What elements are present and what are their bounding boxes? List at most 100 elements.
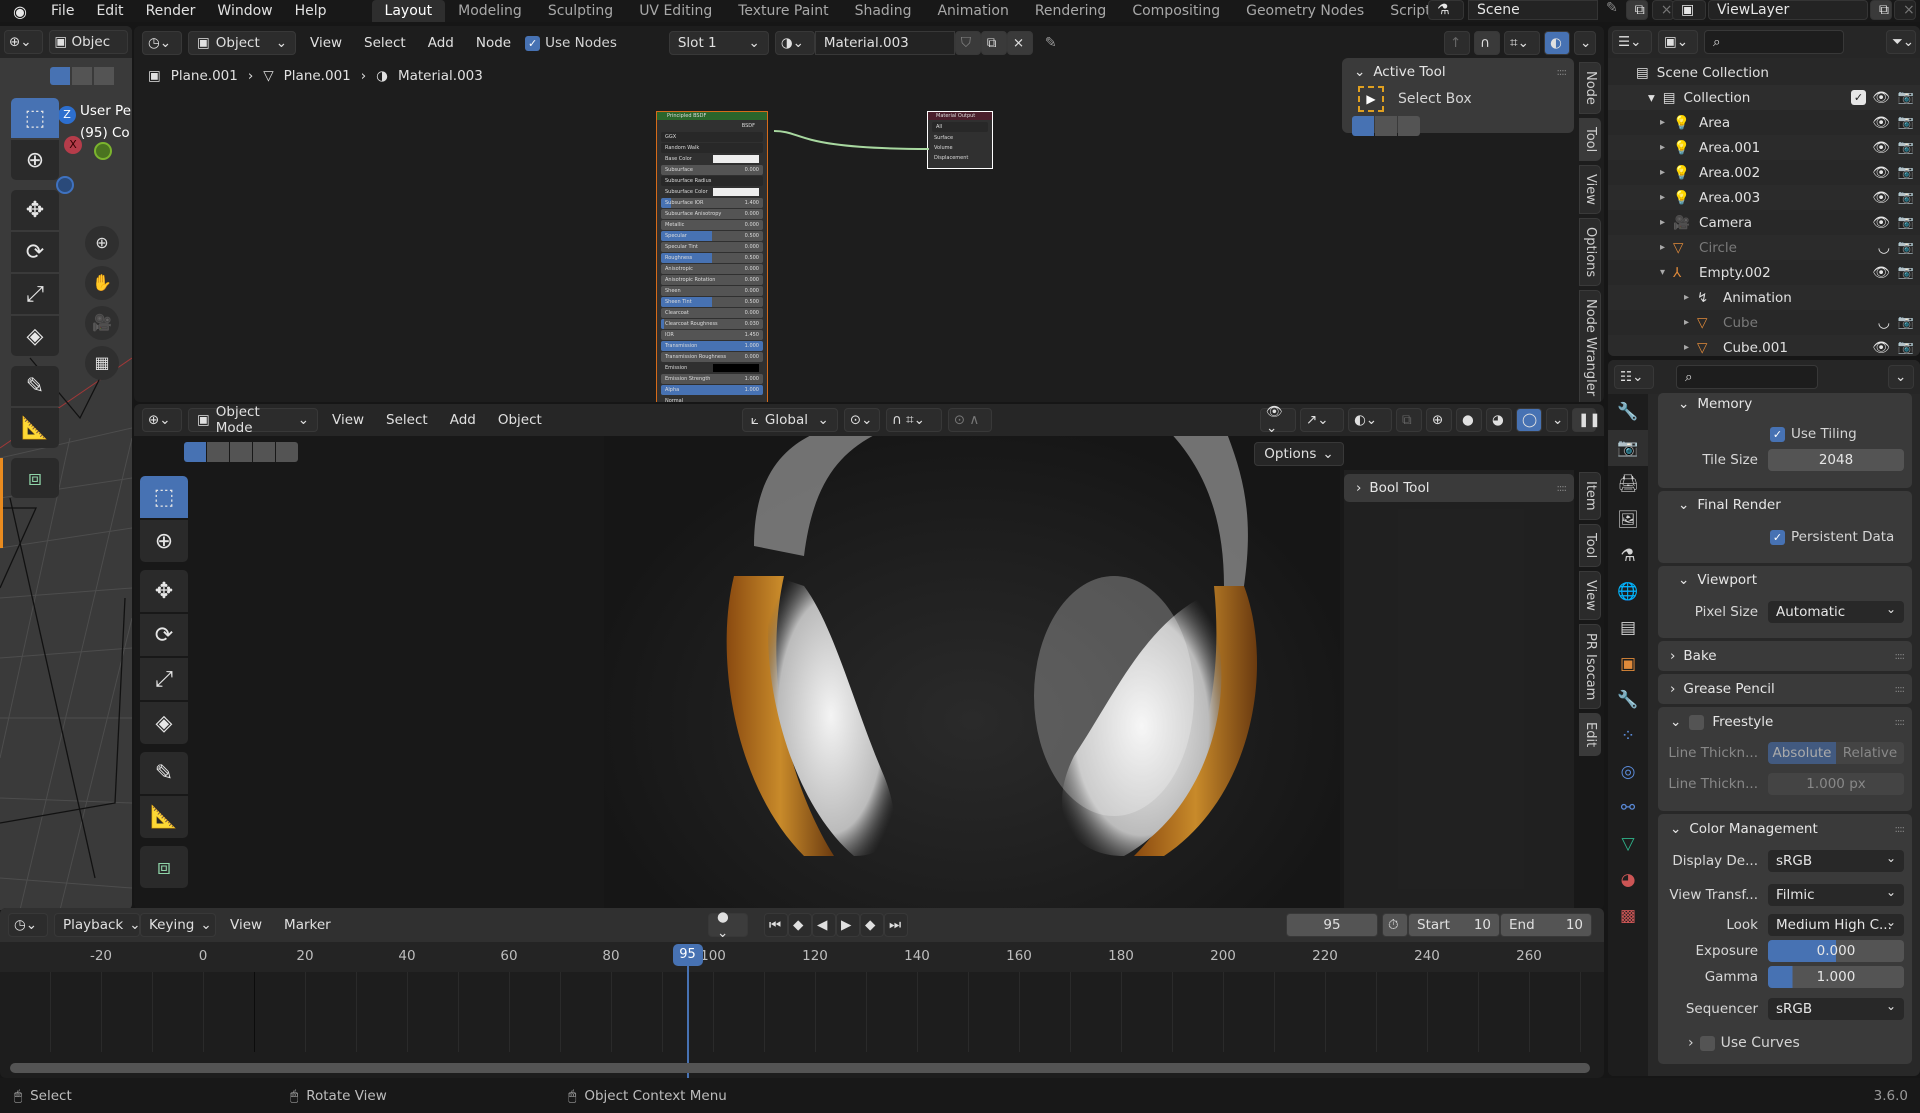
material-slot-dropdown[interactable]: Slot 1 ⌄ <box>668 31 769 55</box>
timeline-menu-marker[interactable]: Marker <box>276 917 339 933</box>
color-swatch[interactable] <box>713 364 759 372</box>
data-tab-icon[interactable]: ▽ <box>1608 826 1648 862</box>
node-input-row[interactable]: Transmission 1.000 <box>661 341 763 351</box>
prev-keyframe-icon[interactable]: ◆ <box>788 913 812 937</box>
render-camera-icon[interactable]: 📷 <box>1898 115 1914 130</box>
node-input-row[interactable]: IOR 1.450 <box>661 330 763 340</box>
cursor-tool-icon[interactable]: ⊕ <box>11 140 59 180</box>
grease-pencil-panel[interactable]: › Grease Pencil:::: <box>1658 674 1912 704</box>
expand-right-icon[interactable]: ▸ <box>1684 317 1689 328</box>
drag-grip-icon[interactable]: :::: <box>1557 67 1568 78</box>
expand-down-icon[interactable]: ▾ <box>1648 90 1655 106</box>
eye-icon[interactable]: 👁 <box>1872 165 1890 181</box>
bake-panel[interactable]: › Bake:::: <box>1658 641 1912 671</box>
expand-right-icon[interactable]: ▸ <box>1660 167 1665 178</box>
drag-grip-icon[interactable]: :::: <box>1895 684 1906 695</box>
outliner-row[interactable]: ▸ 💡 Area 👁 📷 <box>1608 110 1920 135</box>
render-camera-icon[interactable]: 📷 <box>1898 340 1914 355</box>
mode-dropdown[interactable]: ▣ Objec <box>49 30 128 54</box>
node-menu-node[interactable]: Node <box>468 35 519 51</box>
filter-icon[interactable]: ⏷⌄ <box>1886 30 1916 54</box>
render-camera-icon[interactable]: 📷 <box>1898 140 1914 155</box>
proportional-edit-icon[interactable]: ⊙ ∧ <box>947 408 992 432</box>
fake-user-shield-icon[interactable]: ⛉ <box>954 31 981 55</box>
new-viewlayer-icon[interactable]: ⧉ <box>1870 0 1892 20</box>
workspace-tab-texture-paint[interactable]: Texture Paint <box>725 0 841 22</box>
menu-window[interactable]: Window <box>206 3 283 19</box>
eye-closed-icon[interactable]: ◡ <box>1878 240 1890 256</box>
render-tab-icon[interactable]: 📷 <box>1608 430 1648 466</box>
rotate-tool-icon[interactable]: ⟳ <box>140 614 188 656</box>
color-management-header[interactable]: ⌄ Color Management:::: <box>1658 814 1912 844</box>
gizmo-z-axis[interactable]: Z <box>58 106 76 124</box>
select-intersect-icon[interactable] <box>276 442 298 462</box>
render-camera-icon[interactable]: 📷 <box>1898 315 1914 330</box>
outliner-item-name[interactable]: Area <box>1699 115 1730 131</box>
texture-tab-icon[interactable]: ▩ <box>1608 898 1648 934</box>
blender-logo-icon[interactable]: ◉ <box>0 2 40 21</box>
target-dropdown[interactable]: All <box>932 122 988 132</box>
scale-tool-icon[interactable]: ⤢ <box>140 658 188 700</box>
cursor-tool-icon[interactable]: ⊕ <box>140 520 188 562</box>
outliner-item-name[interactable]: Cube.001 <box>1723 340 1788 356</box>
scene-icon[interactable]: ⚗ <box>1428 0 1464 20</box>
shading-dropdown-icon[interactable]: ⌄ <box>1546 408 1568 432</box>
node-input-row[interactable]: Specular 0.500 <box>661 231 763 241</box>
workspace-tab-modeling[interactable]: Modeling <box>445 0 535 22</box>
menu-file[interactable]: File <box>40 3 85 19</box>
distribution-dropdown[interactable]: GGX <box>661 132 763 142</box>
auto-keying-icon[interactable]: ● ⌄ <box>708 909 748 941</box>
eye-icon[interactable]: 👁 <box>1872 140 1890 156</box>
play-reverse-icon[interactable]: ◀ <box>812 913 836 937</box>
eye-icon[interactable]: 👁 <box>1872 90 1890 106</box>
tab-view[interactable]: View <box>1579 165 1601 215</box>
tab-tool[interactable]: Tool <box>1579 117 1601 162</box>
tab-item[interactable]: Item <box>1579 472 1601 520</box>
next-keyframe-icon[interactable]: ◆ <box>860 913 884 937</box>
subsurface-method-dropdown[interactable]: Random Walk <box>661 143 763 153</box>
node-editor-type-icon[interactable]: ◷⌄ <box>142 31 182 55</box>
timeline-menu-view[interactable]: View <box>222 917 270 933</box>
freestyle-header[interactable]: ⌄ Freestyle:::: <box>1658 707 1912 737</box>
tab-options[interactable]: Options <box>1579 218 1601 287</box>
select-subtract-button[interactable] <box>94 67 114 85</box>
new-material-icon[interactable]: ⧉ <box>980 31 1007 55</box>
transform-tool-icon[interactable]: ◈ <box>11 316 59 356</box>
select-mode-extend-icon[interactable] <box>1375 116 1397 136</box>
modifier-tab-icon[interactable]: 🔧 <box>1608 682 1648 718</box>
parent-node-tree-icon[interactable]: ↑ <box>1444 31 1470 55</box>
outliner-item-name[interactable]: Circle <box>1699 240 1737 256</box>
final-render-header[interactable]: ⌄ Final Render <box>1658 491 1912 519</box>
line-thickness-field[interactable]: 1.000 px <box>1768 773 1904 795</box>
eye-icon[interactable]: 👁 <box>1872 265 1890 281</box>
expand-right-icon[interactable]: ▸ <box>1684 342 1689 353</box>
properties-options-icon[interactable]: ⌄ <box>1888 365 1914 389</box>
outliner-item-name[interactable]: Camera <box>1699 215 1752 231</box>
playback-menu[interactable]: Playback ⌄ <box>54 913 141 937</box>
memory-header[interactable]: ⌄ Memory <box>1658 393 1912 415</box>
view-transform-dropdown[interactable]: Filmic <box>1768 881 1904 906</box>
tab-node[interactable]: Node <box>1579 62 1601 114</box>
overlays-dropdown-icon[interactable]: ⌄ <box>1574 31 1596 55</box>
breadcrumb-material[interactable]: Material.003 <box>398 68 483 84</box>
outliner-row[interactable]: ▸ 💡 Area.001 👁 📷 <box>1608 135 1920 160</box>
view-layer-tab-icon[interactable]: 🖼 <box>1608 502 1648 538</box>
tab-tool[interactable]: Tool <box>1579 523 1601 567</box>
workspace-tab-animation[interactable]: Animation <box>924 0 1021 22</box>
pause-render-icon[interactable]: ❚❚ <box>1572 408 1601 432</box>
eye-closed-icon[interactable]: ◡ <box>1878 315 1890 331</box>
select-subtract-icon[interactable] <box>230 442 252 462</box>
select-extend-button[interactable] <box>72 67 92 85</box>
annotate-tool-icon[interactable]: ✎ <box>140 752 188 794</box>
node-input-row[interactable]: Subsurface IOR 1.400 <box>661 198 763 208</box>
outliner-item-name[interactable]: Animation <box>1723 290 1792 306</box>
menu-render[interactable]: Render <box>135 3 207 19</box>
scene-name-field[interactable]: Scene <box>1468 0 1598 20</box>
outliner-row[interactable]: ▸ ↯ Animation <box>1608 285 1920 310</box>
node-input-row[interactable]: Specular Tint 0.000 <box>661 242 763 252</box>
expand-right-icon[interactable]: ▸ <box>1660 217 1665 228</box>
persistent-data-checkbox[interactable]: ✓ Persistent Data <box>1658 519 1912 555</box>
render-camera-icon[interactable]: 📷 <box>1898 90 1914 105</box>
pin-icon[interactable]: ✎ <box>1039 35 1063 51</box>
solid-shading-icon[interactable]: ● <box>1456 408 1482 432</box>
